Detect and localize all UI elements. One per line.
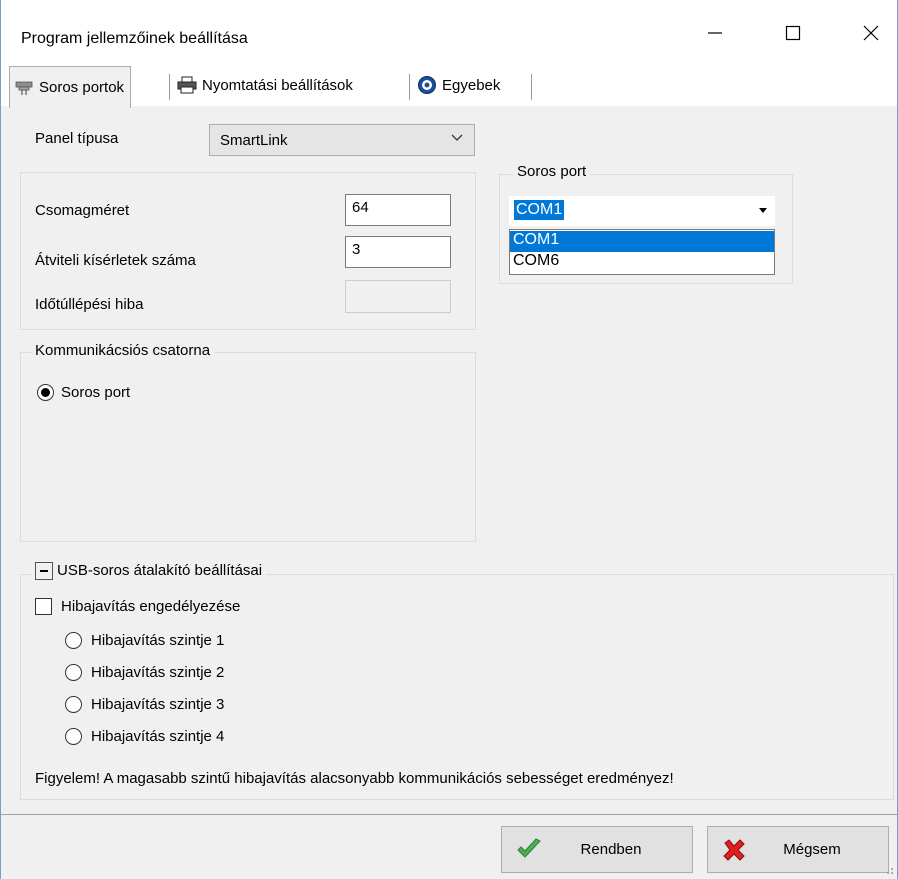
maximize-button[interactable] — [765, 8, 821, 58]
tab-serial-ports[interactable]: Soros portok — [9, 66, 132, 108]
panel-type-select[interactable]: SmartLink — [209, 124, 475, 156]
collapse-toggle-icon[interactable] — [35, 562, 53, 580]
close-icon — [863, 25, 879, 41]
serial-port-option[interactable]: COM6 — [510, 252, 774, 273]
usb-adapter-group-title: USB-soros átalakító beállításai — [31, 562, 267, 579]
level-4-radio[interactable] — [65, 728, 82, 745]
tab-print-settings[interactable]: Nyomtatási beállítások — [173, 66, 359, 104]
level-2-label: Hibajavítás szintje 2 — [91, 664, 225, 681]
serial-port-group-title: Soros port — [513, 163, 591, 180]
serial-port-radio-label: Soros port — [61, 384, 131, 401]
resize-grip-icon[interactable] — [884, 865, 894, 875]
level-3-radio[interactable] — [65, 696, 82, 713]
tab-other-label: Egyebek — [442, 76, 501, 94]
retry-count-input[interactable]: 3 — [345, 236, 451, 268]
error-correction-checkbox[interactable] — [35, 598, 52, 615]
level-2-radio[interactable] — [65, 664, 82, 681]
serial-port-selected: COM1 — [514, 200, 565, 220]
minimize-button[interactable] — [687, 8, 743, 58]
channel-group — [20, 352, 476, 542]
packet-size-label: Csomagméret — [35, 202, 130, 219]
gear-icon — [418, 76, 436, 94]
cancel-button[interactable]: Mégsem — [707, 826, 889, 873]
panel-type-label: Panel típusa — [35, 130, 119, 147]
serial-port-dropdown-list: COM1 COM6 — [509, 229, 775, 275]
tab-other[interactable]: Egyebek — [413, 66, 506, 104]
tab-print-settings-label: Nyomtatási beállítások — [202, 76, 353, 94]
maximize-icon — [785, 25, 801, 41]
chevron-down-icon — [451, 134, 463, 141]
retry-count-label: Átviteli kísérletek száma — [35, 252, 196, 269]
close-button[interactable] — [843, 8, 898, 58]
warning-text: Figyelem! A magasabb szintű hibajavítás … — [35, 770, 674, 787]
ok-button[interactable]: Rendben — [501, 826, 693, 873]
serial-port-icon — [15, 81, 33, 95]
dialog-window: Program jellemzőinek beállítása Soros po… — [0, 0, 898, 879]
tab-serial-ports-label: Soros portok — [39, 79, 125, 96]
minimize-icon — [708, 32, 722, 34]
serial-port-radio[interactable] — [37, 384, 54, 401]
channel-group-title: Kommunikácsiós csatorna — [31, 342, 215, 359]
error-correction-label: Hibajavítás engedélyezése — [61, 598, 241, 615]
ok-button-label: Rendben — [580, 841, 642, 858]
timeout-label: Időtúllépési hiba — [35, 296, 144, 313]
tab-strip: Soros portok Nyomtatási beállítások Egye… — [1, 58, 897, 108]
level-1-label: Hibajavítás szintje 1 — [91, 632, 225, 649]
window-title: Program jellemzőinek beállítása — [21, 30, 248, 47]
title-bar: Program jellemzőinek beállítása — [1, 0, 897, 58]
packet-size-input[interactable]: 64 — [345, 194, 451, 226]
printer-icon — [177, 76, 197, 94]
serial-port-option[interactable]: COM1 — [510, 231, 774, 252]
dropdown-arrow-icon — [759, 208, 767, 213]
panel-type-value: SmartLink — [220, 132, 288, 149]
level-3-label: Hibajavítás szintje 3 — [91, 696, 225, 713]
timeout-input — [345, 280, 451, 313]
cancel-button-label: Mégsem — [783, 841, 841, 858]
tab-separator — [409, 74, 411, 100]
tab-separator — [531, 74, 533, 100]
level-1-radio[interactable] — [65, 632, 82, 649]
serial-port-select[interactable]: COM1 — [509, 196, 775, 226]
level-4-label: Hibajavítás szintje 4 — [91, 728, 225, 745]
tab-separator — [169, 74, 171, 100]
